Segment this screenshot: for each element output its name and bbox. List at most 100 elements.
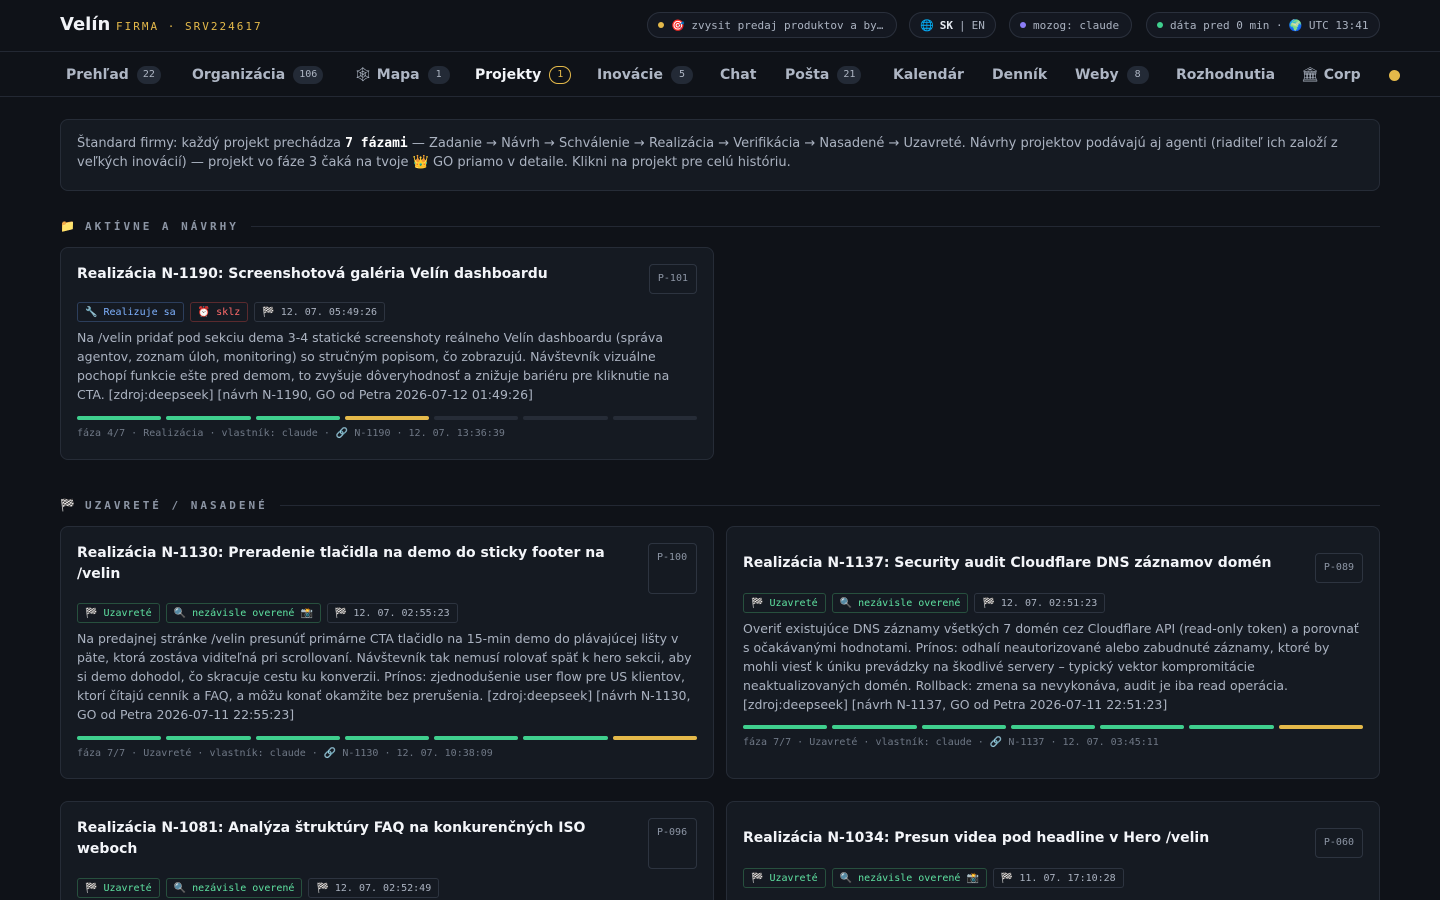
status-tag: 🏁 Uzavreté (77, 878, 160, 898)
tag-label: 12. 07. 02:55:23 (353, 607, 450, 619)
phase-info-box: Štandard firmy: každý projekt prechádza … (60, 119, 1380, 191)
tab-overflow[interactable] (1389, 53, 1400, 96)
data-status-pill: dáta pred 0 min · 🌍 UTC 13:41 (1146, 12, 1380, 38)
goal-status-dot (658, 22, 664, 28)
project-id-badge: P-089 (1314, 553, 1363, 583)
brain-pill[interactable]: mozog: claude (1009, 12, 1132, 38)
tab-badge: 8 (1126, 66, 1149, 84)
flag-icon: 🏁 (982, 597, 995, 609)
phase-segment (1189, 725, 1274, 729)
tab-mapa[interactable]: 🕸 Mapa 1 (354, 53, 450, 96)
project-description: Na /velin pridať pod sekciu dema 3-4 sta… (77, 330, 670, 402)
flag-icon: 🏁 (262, 306, 275, 318)
tag-label: nezávisle overené 📸 (192, 607, 313, 619)
tab-label: Corp (1323, 67, 1361, 83)
tag-label: nezávisle overené (192, 882, 295, 894)
tag-label: nezávisle overené 📸 (858, 872, 979, 884)
verified-tag: 🔍 nezávisle overené (165, 878, 303, 898)
phase-segment (344, 416, 430, 420)
project-title[interactable]: Realizácia N-1034: Presun videa pod head… (743, 828, 1293, 849)
project-meta: fáza 7/7 · Uzavreté · vlastník: claude ·… (77, 748, 493, 759)
section-divider (279, 504, 1380, 506)
status-tag: 🏁 Uzavreté (77, 603, 160, 623)
magnifier-icon: 🔍 (173, 882, 187, 894)
bank-building-icon: 🏛 (1301, 67, 1319, 83)
phase-segment (743, 725, 828, 729)
project-card-p101[interactable]: Realizácia N-1190: Screenshotová galéria… (60, 247, 714, 460)
network-map-icon: 🕸 (354, 67, 372, 83)
data-age-text: dáta pred 0 min · (1170, 18, 1283, 32)
tab-label: Chat (720, 67, 757, 83)
phase-segment (255, 736, 340, 740)
project-title[interactable]: Realizácia N-1137: Security audit Cloudf… (743, 553, 1293, 574)
tab-posta[interactable]: Pošta 21 (785, 53, 862, 96)
phase-segment (77, 416, 162, 420)
compass-icon (1389, 69, 1400, 81)
phase-segment (921, 725, 1006, 729)
tab-corp[interactable]: 🏛 Corp (1301, 53, 1361, 96)
tab-label: Prehľad (66, 67, 129, 83)
folder-icon: 📁 (60, 219, 75, 233)
info-phases-count: 7 fázami (345, 136, 408, 151)
language-switch[interactable]: 🌐 SK | EN (909, 12, 996, 38)
project-card-p096[interactable]: Realizácia N-1081: Analýza štruktúry FAQ… (60, 801, 714, 900)
status-tag: 🏁 Uzavreté (743, 868, 826, 888)
phase-segment (434, 736, 519, 740)
tag-label: 12. 07. 02:52:49 (334, 882, 432, 894)
project-title[interactable]: Realizácia N-1130: Preradenie tlačidla n… (77, 543, 627, 585)
phase-segment (1278, 725, 1363, 729)
tab-chat[interactable]: Chat (720, 53, 757, 96)
utc-clock: 🌍 UTC 13:41 (1288, 18, 1369, 32)
phase-segment (166, 736, 251, 740)
tag-label: Uzavreté (103, 607, 152, 619)
tab-dennik[interactable]: Denník (992, 53, 1047, 96)
date-tag: 🏁 12. 07. 05:49:26 (254, 302, 386, 322)
project-id-badge: P-096 (648, 818, 697, 869)
checkered-flag-icon: 🏁 (60, 498, 75, 512)
globe-icon: 🌐 (920, 18, 934, 32)
wrench-icon: 🔧 (85, 306, 98, 318)
project-card-p060[interactable]: Realizácia N-1034: Presun videa pod head… (726, 801, 1380, 900)
tab-rozhodnutia[interactable]: Rozhodnutia (1176, 53, 1276, 96)
verified-tag: 🔍 nezávisle overené (831, 593, 969, 613)
tab-label: Kalendár (893, 67, 964, 83)
flag-icon: 🏁 (751, 872, 764, 884)
tab-label: Weby (1075, 67, 1119, 83)
tab-inovacie[interactable]: Inovácie 5 (597, 53, 693, 96)
project-title[interactable]: Realizácia N-1190: Screenshotová galéria… (77, 264, 627, 285)
project-card-p089[interactable]: Realizácia N-1137: Security audit Cloudf… (726, 526, 1380, 779)
tab-prehlad[interactable]: Prehľad 22 (66, 53, 161, 96)
tag-label: Uzavreté (769, 597, 818, 609)
status-tag: 🏁 Uzavreté (743, 593, 826, 613)
project-card-p100[interactable]: Realizácia N-1130: Preradenie tlačidla n… (60, 526, 714, 779)
lang-sk-option[interactable]: SK (940, 19, 953, 32)
section-divider (250, 225, 1380, 227)
lang-en-option[interactable]: EN (972, 19, 985, 32)
brand-logo[interactable]: Velín (60, 14, 110, 35)
goal-pill[interactable]: 🎯 zvysit predaj produktov a by… (647, 12, 897, 38)
tab-label: Projekty (475, 67, 542, 83)
lang-separator: | (958, 18, 966, 32)
tab-weby[interactable]: Weby 8 (1075, 53, 1149, 96)
tab-label: Organizácia (192, 67, 286, 83)
tab-kalendar[interactable]: Kalendár (893, 53, 964, 96)
tab-projekty[interactable]: Projekty 1 (461, 53, 585, 96)
tag-label: Realizuje sa (103, 306, 176, 318)
tab-label: Inovácie (597, 67, 663, 83)
phase-progress (77, 416, 697, 420)
project-tags: 🏁 Uzavreté 🔍 nezávisle overené 📸 🏁 12. 07. … (77, 603, 458, 623)
tab-label: Rozhodnutia (1176, 67, 1276, 83)
tab-organizacia[interactable]: Organizácia 106 (192, 53, 324, 96)
tab-badge: 1 (549, 66, 572, 84)
project-title[interactable]: Realizácia N-1081: Analýza štruktúry FAQ… (77, 818, 627, 860)
phase-segment (255, 416, 340, 420)
tag-label: Uzavreté (769, 872, 818, 884)
tag-label: Uzavreté (103, 882, 152, 894)
main-tabs: Prehľad 22 Organizácia 106 🕸 Mapa 1 Proj… (0, 53, 1440, 97)
phase-segment (612, 416, 697, 420)
brain-text: mozog: claude (1033, 18, 1120, 32)
status-tag: 🔧 Realizuje sa (77, 302, 184, 322)
verified-tag: 🔍 nezávisle overené 📸 (831, 868, 987, 888)
top-bar: Velín FIRMA · SRV224617 🎯 zvysit predaj … (0, 0, 1440, 52)
flag-icon: 🏁 (85, 882, 98, 894)
